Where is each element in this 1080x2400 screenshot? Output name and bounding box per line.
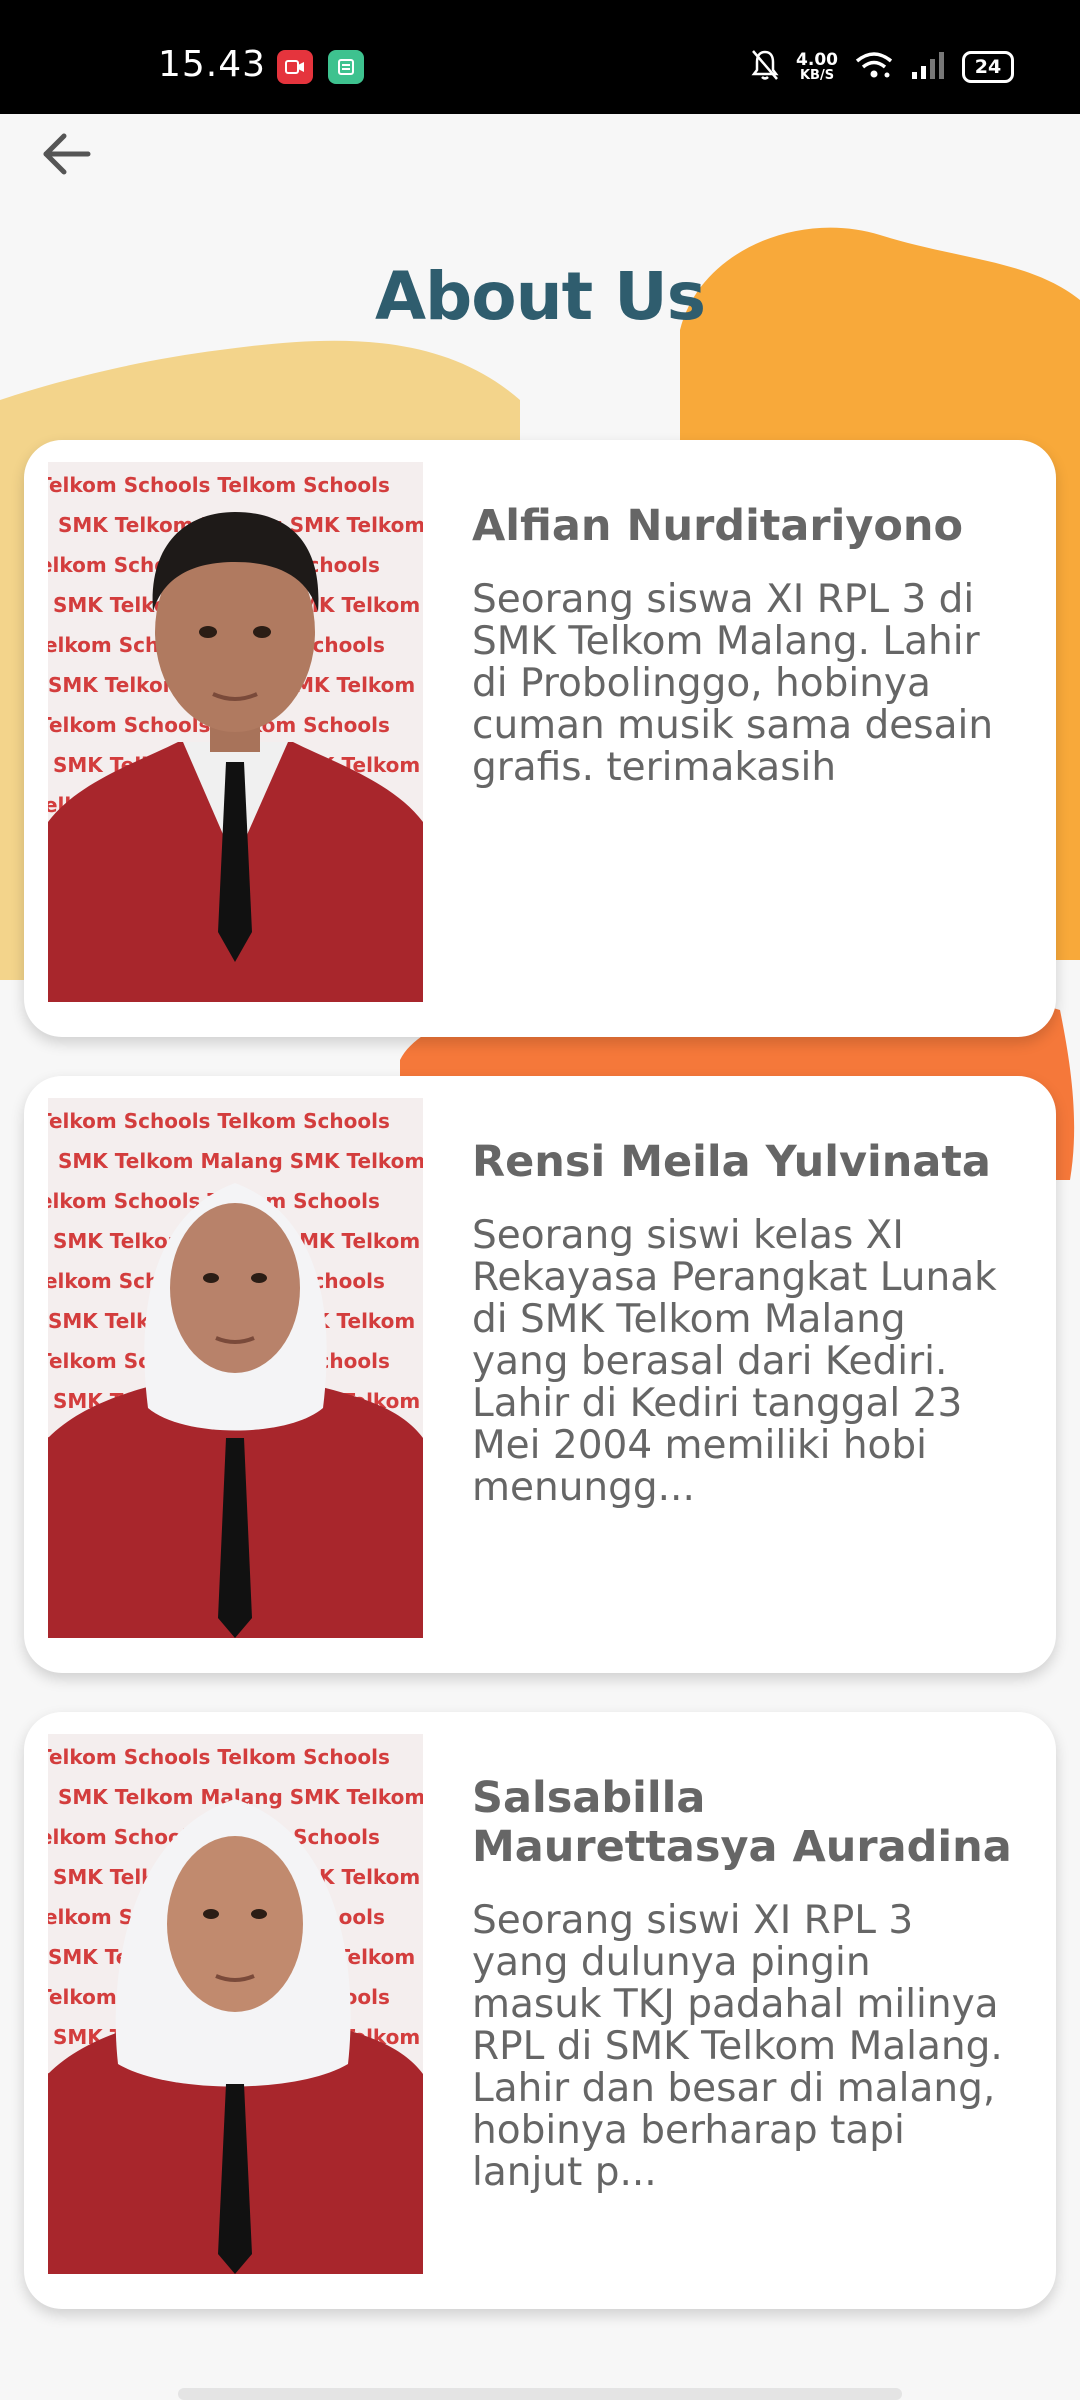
member-name: Alfian Nurditariyono — [472, 501, 964, 551]
bell-muted-icon — [750, 48, 780, 86]
navigation-gesture-bar[interactable] — [178, 2388, 902, 2400]
member-info: Alfian Nurditariyono Seorang siswa XI RP… — [472, 502, 1012, 789]
member-name: Rensi Meila Yulvinata — [472, 1137, 991, 1187]
wifi-icon — [854, 50, 894, 84]
svg-text:Telkom Schools Telkom Schools: Telkom Schools Telkom Schools — [48, 1745, 390, 1769]
page-title: About Us — [374, 258, 706, 335]
member-description: Seorang siswi kelas XI Rekayasa Perangka… — [472, 1213, 997, 1510]
app-notification-icon — [328, 50, 364, 84]
member-photo: Telkom Schools Telkom Schools SMK Telkom… — [48, 1098, 423, 1638]
battery-indicator: 24 — [962, 51, 1014, 83]
back-button[interactable] — [30, 118, 102, 190]
member-card[interactable]: Telkom Schools Telkom Schools SMK Telkom… — [24, 1712, 1056, 2309]
svg-text:SMK Telkom Malang SMK Telkom: SMK Telkom Malang SMK Telkom — [58, 1149, 423, 1173]
svg-text:Telkom Schools Telkom Schools: Telkom Schools Telkom Schools — [48, 473, 390, 497]
network-speed-unit: KB/S — [799, 67, 835, 83]
member-name: Salsabilla Maurettasya Auradina — [472, 1773, 1012, 1872]
member-card[interactable]: Telkom Schools Telkom Schools SMK Telkom… — [24, 440, 1056, 1037]
arrow-left-icon — [43, 133, 91, 175]
svg-text:Telkom Schools Telkom Schools: Telkom Schools Telkom Schools — [48, 1109, 390, 1133]
member-info: Salsabilla Maurettasya Auradina Seorang … — [472, 1774, 1012, 2194]
member-photo: Telkom Schools Telkom Schools SMK Telkom… — [48, 462, 423, 1002]
member-photo: Telkom Schools Telkom Schools SMK Telkom… — [48, 1734, 423, 2274]
status-bar: 15.43 4.00 KB/S 24 — [0, 0, 1080, 114]
signal-icon — [910, 50, 946, 84]
network-speed-value: 4.00 — [796, 49, 838, 70]
member-description: Seorang siswi XI RPL 3 yang dulunya ping… — [472, 1898, 1003, 2195]
member-card[interactable]: Telkom Schools Telkom Schools SMK Telkom… — [24, 1076, 1056, 1673]
member-info: Rensi Meila Yulvinata Seorang siswi kela… — [472, 1138, 1012, 1509]
network-speed: 4.00 KB/S — [796, 49, 838, 83]
screen-record-icon — [277, 50, 313, 84]
status-time: 15.43 — [158, 44, 267, 85]
member-description: Seorang siswa XI RPL 3 di SMK Telkom Mal… — [472, 577, 994, 790]
